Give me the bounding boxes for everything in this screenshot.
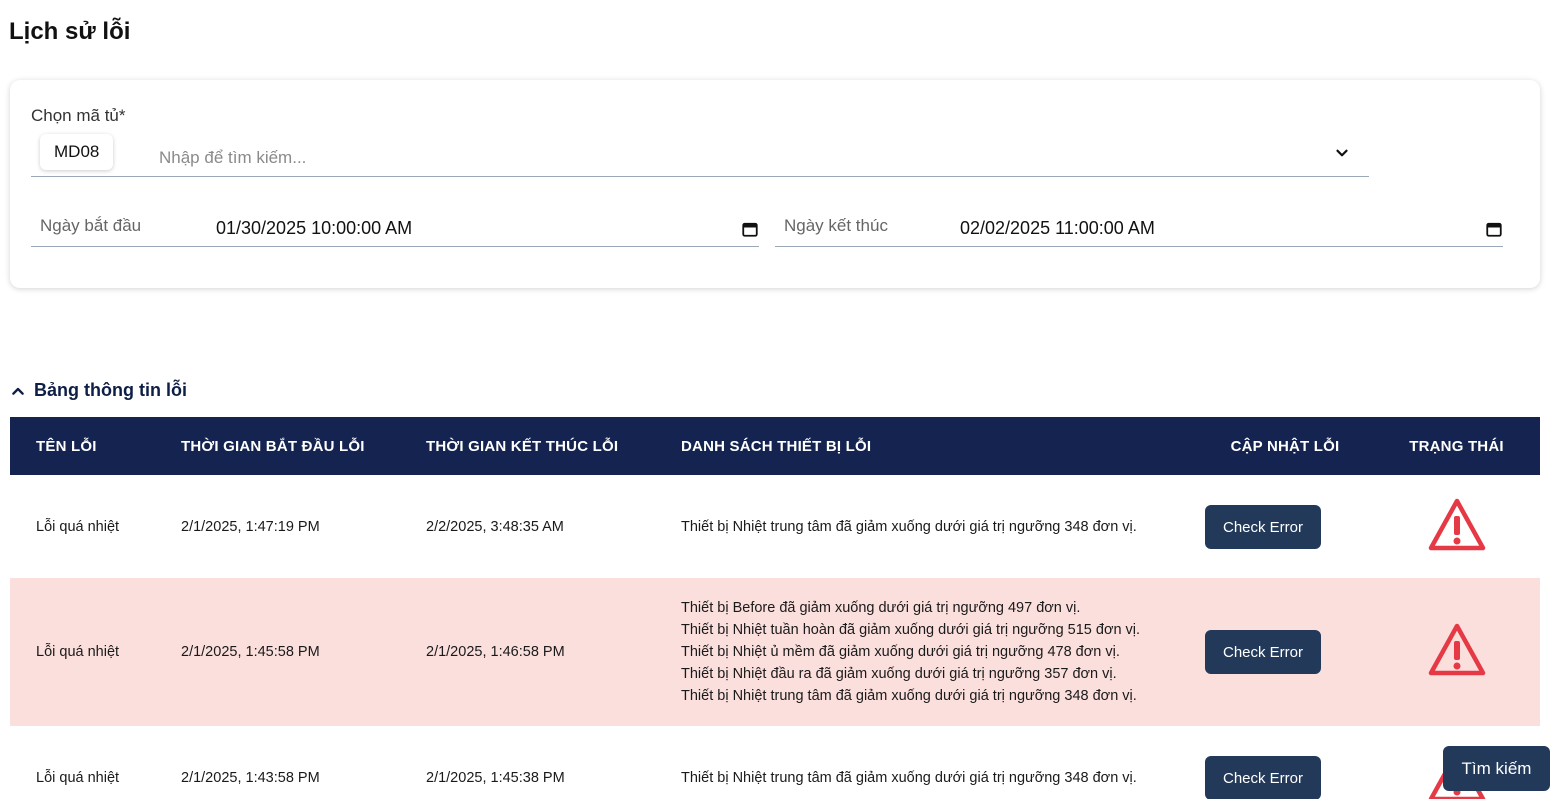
check-error-button[interactable]: Check Error [1205,755,1321,799]
error-update-cell: Check Error [1197,726,1373,799]
check-error-button[interactable]: Check Error [1205,504,1321,549]
error-name-cell: Lỗi quá nhiệt [36,644,120,660]
table-row: Lỗi quá nhiệt 2/1/2025, 1:45:58 PM 2/1/2… [10,578,1540,726]
end-date-value[interactable]: 02/02/2025 11:00:00 AM [960,218,1155,239]
filter-card: Chọn mã tủ* MD08 Ngày bắt đầu 01/30/2025… [10,80,1540,288]
error-start-cell: 2/1/2025, 1:43:58 PM [181,769,320,786]
device-error-line: Thiết bị Nhiệt trung tâm đã giảm xuống d… [681,688,1137,704]
error-start-cell: 2/1/2025, 1:47:19 PM [181,518,320,535]
error-devices-cell: Thiết bị Nhiệt trung tâm đã giảm xuống d… [655,475,1197,578]
error-status-cell [1373,475,1540,578]
end-date-field[interactable]: Ngày kết thúc 02/02/2025 11:00:00 AM [775,210,1503,247]
table-header-row: TÊN LỖI THỜI GIAN BẮT ĐẦU LỖI THỜI GIAN … [10,417,1540,475]
error-table-toggle[interactable]: Bảng thông tin lỗi [10,380,187,401]
table-row: Lỗi quá nhiệt 2/1/2025, 1:47:19 PM 2/2/2… [10,475,1540,578]
column-header-end[interactable]: THỜI GIAN KẾT THÚC LỖI [400,417,655,475]
error-update-cell: Check Error [1197,578,1373,726]
chevron-up-icon [12,387,24,395]
error-end-cell: 2/2/2025, 3:48:35 AM [426,518,564,535]
error-update-cell: Check Error [1197,475,1373,578]
error-history-page: Lịch sử lỗi Chọn mã tủ* MD08 Ngày bắt đầ… [0,0,1555,799]
device-error-line: Thiết bị Nhiệt trung tâm đã giảm xuống d… [681,769,1137,786]
device-error-line: Thiết bị Before đã giảm xuống dưới giá t… [681,600,1081,616]
column-header-start[interactable]: THỜI GIAN BẮT ĐẦU LỖI [155,417,400,475]
error-end-cell: 2/1/2025, 1:45:38 PM [426,769,565,786]
end-date-label: Ngày kết thúc [784,216,888,235]
warning-triangle-icon [1428,623,1485,676]
start-date-label: Ngày bắt đầu [40,216,142,235]
error-table: TÊN LỖI THỜI GIAN BẮT ĐẦU LỖI THỜI GIAN … [10,417,1540,799]
chevron-down-icon[interactable] [1333,144,1351,162]
device-error-line: Thiết bị Nhiệt trung tâm đã giảm xuống d… [681,518,1137,535]
calendar-icon[interactable] [741,220,759,238]
error-devices-cell: Thiết bị Before đã giảm xuống dưới giá t… [655,578,1197,726]
cabinet-search-input[interactable] [159,148,1259,168]
column-header-name[interactable]: TÊN LỖI [10,417,155,475]
search-button[interactable]: Tìm kiếm [1443,746,1550,791]
device-error-line: Thiết bị Nhiệt tuần hoàn đã giảm xuống d… [681,622,1141,638]
error-name-cell: Lỗi quá nhiệt [36,769,120,786]
start-date-value[interactable]: 01/30/2025 10:00:00 AM [216,218,412,239]
cabinet-select[interactable]: MD08 [31,132,1369,177]
warning-triangle-icon [1428,498,1485,550]
column-header-status[interactable]: TRẠNG THÁI [1373,417,1540,475]
calendar-icon[interactable] [1485,220,1503,238]
table-row: Lỗi quá nhiệt 2/1/2025, 1:43:58 PM 2/1/2… [10,726,1540,799]
column-header-devices[interactable]: DANH SÁCH THIẾT BỊ LỖI [655,417,1197,475]
start-date-field[interactable]: Ngày bắt đầu 01/30/2025 10:00:00 AM [31,210,759,247]
page-title: Lịch sử lỗi [9,18,131,45]
error-status-cell [1373,578,1540,726]
cabinet-label: Chọn mã tủ* [31,106,126,125]
check-error-button[interactable]: Check Error [1205,630,1321,674]
device-error-line: Thiết bị Nhiệt đầu ra đã giảm xuống dưới… [681,666,1117,682]
error-name-cell: Lỗi quá nhiệt [36,518,120,535]
device-error-line: Thiết bị Nhiệt ủ mềm đã giảm xuống dưới … [681,644,1120,660]
column-header-update[interactable]: CẬP NHẬT LỖI [1197,417,1373,475]
section-title: Bảng thông tin lỗi [34,380,187,400]
selected-cabinet-chip[interactable]: MD08 [40,134,114,170]
error-start-cell: 2/1/2025, 1:45:58 PM [181,644,320,660]
error-end-cell: 2/1/2025, 1:46:58 PM [426,644,565,660]
error-devices-cell: Thiết bị Nhiệt trung tâm đã giảm xuống d… [655,726,1197,799]
